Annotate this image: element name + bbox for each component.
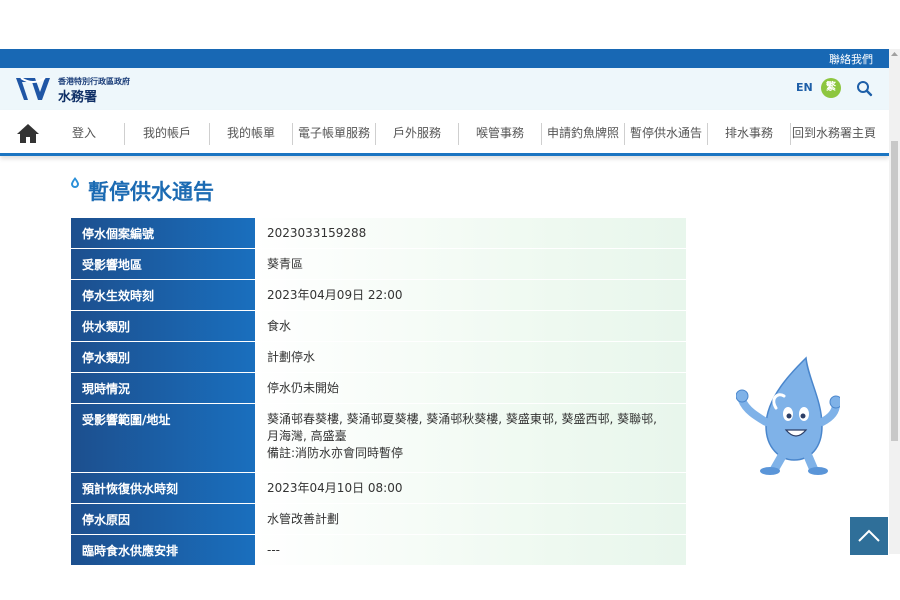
wsd-logo-icon[interactable] — [14, 74, 52, 104]
row-label: 預計恢復供水時刻 — [71, 473, 255, 503]
row-label: 受影響範圍/地址 — [71, 404, 255, 472]
row-label: 供水類別 — [71, 311, 255, 341]
row-value: 2023年04月10日 08:00 — [255, 473, 686, 503]
table-row: 停水原因 水管改善計劃 — [71, 504, 686, 535]
nav-divider — [790, 123, 791, 145]
table-row: 停水類別 計劃停水 — [71, 342, 686, 373]
row-label: 停水類別 — [71, 342, 255, 372]
back-to-top-button[interactable] — [850, 517, 888, 555]
nav-item-water-suspension-notice[interactable]: 暫停供水通告 — [625, 110, 707, 156]
notice-details-table: 停水個案編號 2023033159288 受影響地區 葵青區 停水生效時刻 20… — [71, 218, 686, 566]
row-value: 水管改善計劃 — [255, 504, 686, 534]
language-english-button[interactable]: EN — [796, 81, 813, 94]
site-header: 香港特別行政區政府 水務署 EN 繁 — [0, 68, 889, 110]
chevron-up-icon — [858, 529, 880, 542]
contact-us-link[interactable]: 聯絡我們 — [829, 51, 873, 67]
scroll-up-arrow-icon[interactable] — [889, 49, 900, 59]
nav-item-login[interactable]: 登入 — [44, 110, 124, 156]
nav-item-my-bills[interactable]: 我的帳單 — [210, 110, 292, 156]
row-value: 葵青區 — [255, 249, 686, 279]
table-row: 現時情況 停水仍未開始 — [71, 373, 686, 404]
table-row: 供水類別 食水 — [71, 311, 686, 342]
affected-address-line: 葵涌邨春葵樓, 葵涌邨夏葵樓, 葵涌邨秋葵樓, 葵盛東邨, 葵盛西邨, 葵聯邨, — [267, 412, 657, 426]
table-row: 受影響地區 葵青區 — [71, 249, 686, 280]
row-label: 受影響地區 — [71, 249, 255, 279]
nav-item-back-to-wsd-home[interactable]: 回到水務署主頁 — [792, 110, 876, 156]
row-value: 計劃停水 — [255, 342, 686, 372]
row-label: 停水個案編號 — [71, 218, 255, 248]
home-icon[interactable] — [16, 122, 40, 144]
main-navigation: 登入 我的帳戶 我的帳單 電子帳單服務 戶外服務 喉管事務 申請釣魚牌照 暫停供… — [0, 110, 889, 156]
row-value: 食水 — [255, 311, 686, 341]
department-name: 水務署 — [58, 90, 98, 105]
row-label: 停水原因 — [71, 504, 255, 534]
water-drop-mascot-icon — [736, 356, 840, 475]
table-row: 停水個案編號 2023033159288 — [71, 218, 686, 249]
water-drop-icon — [71, 177, 79, 188]
language-traditional-chinese-button[interactable]: 繁 — [821, 78, 841, 98]
table-row: 停水生效時刻 2023年04月09日 22:00 — [71, 280, 686, 311]
page: 聯絡我們 香港特別行政區政府 水務署 EN 繁 登入 我的帳戶 我的帳單 電子帳… — [0, 0, 900, 600]
nav-item-outdoor-services[interactable]: 戶外服務 — [376, 110, 458, 156]
nav-item-plumbing-matters[interactable]: 喉管事務 — [459, 110, 541, 156]
table-row: 受影響範圍/地址 葵涌邨春葵樓, 葵涌邨夏葵樓, 葵涌邨秋葵樓, 葵盛東邨, 葵… — [71, 404, 686, 473]
nav-item-ebill-service[interactable]: 電子帳單服務 — [293, 110, 375, 156]
page-scrollbar[interactable] — [889, 49, 900, 554]
row-value: 2023033159288 — [255, 218, 686, 248]
table-row: 預計恢復供水時刻 2023年04月10日 08:00 — [71, 473, 686, 504]
row-value: 葵涌邨春葵樓, 葵涌邨夏葵樓, 葵涌邨秋葵樓, 葵盛東邨, 葵盛西邨, 葵聯邨,… — [255, 404, 686, 472]
row-label: 現時情況 — [71, 373, 255, 403]
scrollbar-thumb[interactable] — [891, 141, 898, 441]
row-label: 停水生效時刻 — [71, 280, 255, 310]
row-label: 臨時食水供應安排 — [71, 535, 255, 565]
row-value: 2023年04月09日 22:00 — [255, 280, 686, 310]
nav-item-drainage-matters[interactable]: 排水事務 — [708, 110, 790, 156]
row-value: 停水仍未開始 — [255, 373, 686, 403]
row-value: --- — [255, 535, 686, 565]
top-utility-bar: 聯絡我們 — [0, 49, 889, 68]
nav-item-fishing-licence[interactable]: 申請釣魚牌照 — [542, 110, 624, 156]
remark-line: 備註:消防水亦會同時暫停 — [267, 446, 404, 460]
search-icon[interactable] — [853, 77, 875, 99]
nav-item-my-account[interactable]: 我的帳戶 — [125, 110, 209, 156]
affected-address-line: 月海灣, 高盛臺 — [267, 429, 347, 443]
page-title: 暫停供水通告 — [88, 180, 214, 204]
table-row: 臨時食水供應安排 --- — [71, 535, 686, 566]
